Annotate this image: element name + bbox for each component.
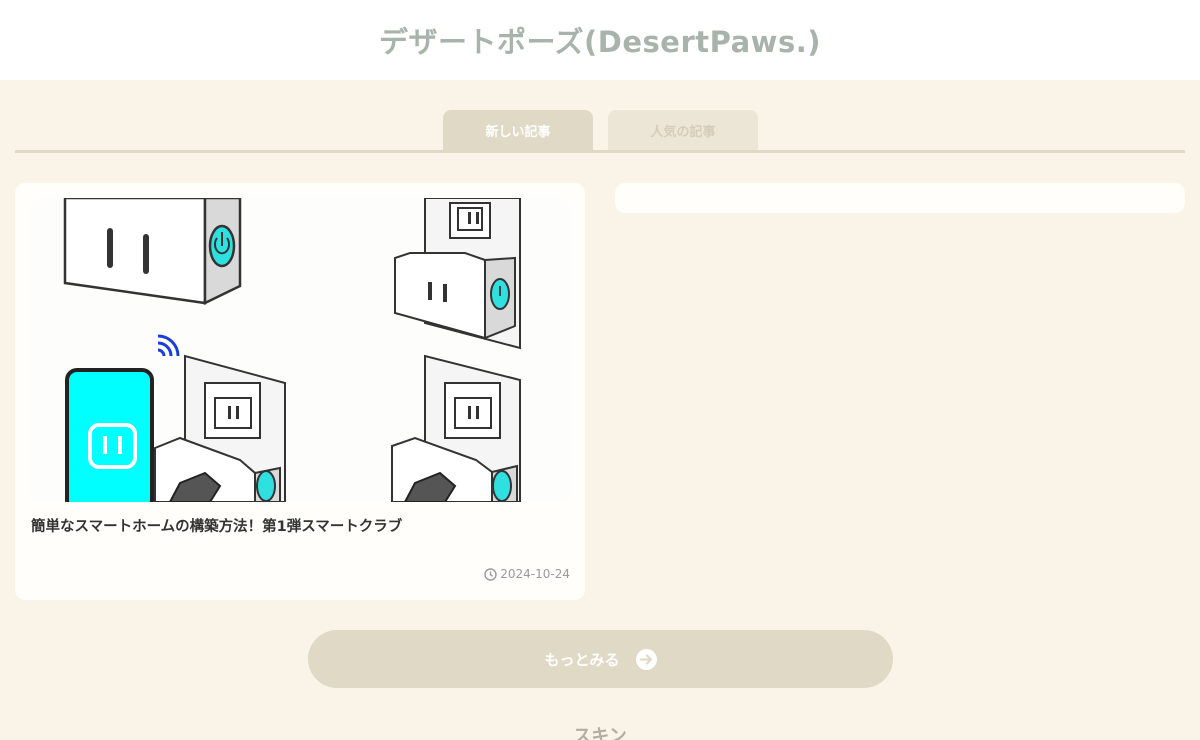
sidebar-panel (615, 183, 1185, 213)
article-date-text: 2024-10-24 (500, 567, 570, 581)
article-title[interactable]: 簡単なスマートホームの構築方法！第1弾スマートクラブ (31, 517, 571, 537)
article-tabs: 新しい記事 人気の記事 (15, 110, 1185, 153)
article-card[interactable]: 簡単なスマートホームの構築方法！第1弾スマートクラブ 2024-10-24 (15, 183, 585, 600)
clock-icon (484, 567, 497, 581)
arrow-right-icon (635, 648, 657, 670)
article-thumbnail[interactable] (30, 198, 570, 502)
more-button-label: もっとみる (544, 650, 620, 669)
section-heading: スキン (573, 726, 627, 740)
more-button[interactable]: もっとみる (308, 630, 893, 688)
article-date: 2024-10-24 (484, 567, 570, 581)
site-title-link[interactable]: デザートポーズ(DesertPaws.) (379, 19, 821, 61)
tab-popular-articles[interactable]: 人気の記事 (608, 110, 758, 150)
tab-new-articles[interactable]: 新しい記事 (443, 110, 593, 150)
smart-plug-illustration (63, 198, 521, 502)
site-header: デザートポーズ(DesertPaws.) (0, 0, 1200, 80)
